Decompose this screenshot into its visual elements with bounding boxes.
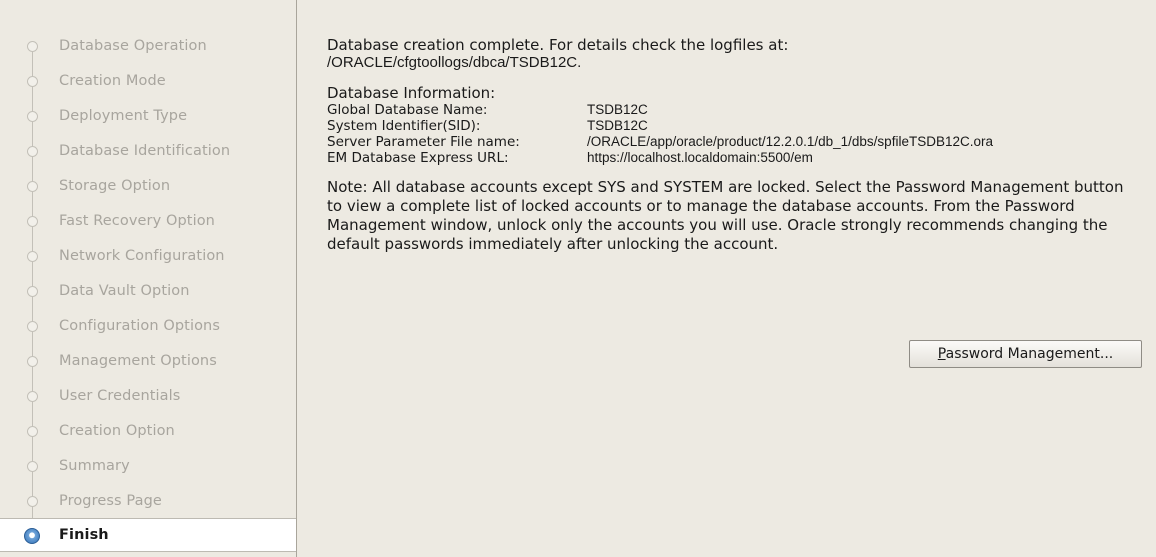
password-management-button[interactable]: Password Management... bbox=[909, 340, 1142, 368]
step-user-credentials[interactable]: User Credentials bbox=[0, 379, 296, 413]
step-finish[interactable]: Finish bbox=[0, 518, 296, 552]
step-data-vault-option[interactable]: Data Vault Option bbox=[0, 274, 296, 308]
info-value[interactable]: https://localhost.localdomain:5500/em bbox=[587, 150, 813, 166]
step-label: Finish bbox=[59, 527, 109, 543]
step-management-options[interactable]: Management Options bbox=[0, 344, 296, 378]
locked-accounts-note: Note: All database accounts except SYS a… bbox=[327, 178, 1124, 253]
step-node-icon bbox=[27, 181, 38, 192]
step-creation-mode[interactable]: Creation Mode bbox=[0, 64, 296, 98]
step-node-icon bbox=[27, 251, 38, 262]
step-label: Creation Option bbox=[59, 423, 175, 439]
info-value[interactable]: TSDB12C bbox=[587, 102, 648, 118]
active-step-node-icon bbox=[24, 528, 40, 544]
step-label: User Credentials bbox=[59, 388, 181, 404]
step-label: Fast Recovery Option bbox=[59, 213, 215, 229]
step-node-icon bbox=[27, 286, 38, 297]
info-key: EM Database Express URL: bbox=[327, 150, 509, 166]
database-information-heading: Database Information: bbox=[327, 84, 496, 102]
step-creation-option[interactable]: Creation Option bbox=[0, 414, 296, 448]
step-node-icon bbox=[27, 391, 38, 402]
step-label: Database Identification bbox=[59, 143, 231, 159]
info-key: Global Database Name: bbox=[327, 102, 488, 118]
step-node-icon bbox=[27, 426, 38, 437]
step-node-icon bbox=[27, 146, 38, 157]
step-label: Network Configuration bbox=[59, 248, 225, 264]
step-node-icon bbox=[27, 111, 38, 122]
info-value[interactable]: TSDB12C bbox=[587, 118, 648, 134]
step-node-icon bbox=[27, 216, 38, 227]
info-value[interactable]: /ORACLE/app/oracle/product/12.2.0.1/db_1… bbox=[587, 134, 993, 150]
step-network-configuration[interactable]: Network Configuration bbox=[0, 239, 296, 273]
info-row-em-url: EM Database Express URL: https://localho… bbox=[327, 150, 1142, 166]
logfile-path[interactable]: /ORACLE/cfgtoollogs/dbca/TSDB12C. bbox=[327, 54, 1142, 72]
step-label: Data Vault Option bbox=[59, 283, 190, 299]
step-node-icon bbox=[27, 461, 38, 472]
step-deployment-type[interactable]: Deployment Type bbox=[0, 99, 296, 133]
info-row-spfile: Server Parameter File name: /ORACLE/app/… bbox=[327, 134, 1142, 150]
info-row-global-name: Global Database Name: TSDB12C bbox=[327, 102, 1142, 118]
step-label: Database Operation bbox=[59, 38, 207, 54]
step-summary[interactable]: Summary bbox=[0, 449, 296, 483]
step-node-icon bbox=[27, 76, 38, 87]
finish-content-panel: Database creation complete. For details … bbox=[327, 36, 1142, 254]
step-label: Storage Option bbox=[59, 178, 171, 194]
step-database-operation[interactable]: Database Operation bbox=[0, 29, 296, 63]
step-node-icon bbox=[27, 356, 38, 367]
button-label: assword Management... bbox=[945, 346, 1114, 362]
completion-message: Database creation complete. For details … bbox=[327, 36, 789, 54]
step-database-identification[interactable]: Database Identification bbox=[0, 134, 296, 168]
database-information: Database Information: Global Database Na… bbox=[327, 84, 1142, 166]
step-label: Creation Mode bbox=[59, 73, 166, 89]
info-row-sid: System Identifier(SID): TSDB12C bbox=[327, 118, 1142, 134]
step-label: Configuration Options bbox=[59, 318, 220, 334]
info-key: Server Parameter File name: bbox=[327, 134, 520, 150]
step-label: Progress Page bbox=[59, 493, 162, 509]
button-mnemonic: P bbox=[937, 346, 946, 362]
step-node-icon bbox=[27, 496, 38, 507]
step-node-icon bbox=[27, 321, 38, 332]
step-node-icon bbox=[27, 41, 38, 52]
step-configuration-options[interactable]: Configuration Options bbox=[0, 309, 296, 343]
step-label: Summary bbox=[59, 458, 130, 474]
step-storage-option[interactable]: Storage Option bbox=[0, 169, 296, 203]
step-label: Management Options bbox=[59, 353, 217, 369]
step-fast-recovery-option[interactable]: Fast Recovery Option bbox=[0, 204, 296, 238]
info-key: System Identifier(SID): bbox=[327, 118, 481, 134]
step-label: Deployment Type bbox=[59, 108, 188, 124]
step-progress-page[interactable]: Progress Page bbox=[0, 484, 296, 518]
wizard-steps-sidebar: Database Operation Creation Mode Deploym… bbox=[0, 0, 297, 557]
